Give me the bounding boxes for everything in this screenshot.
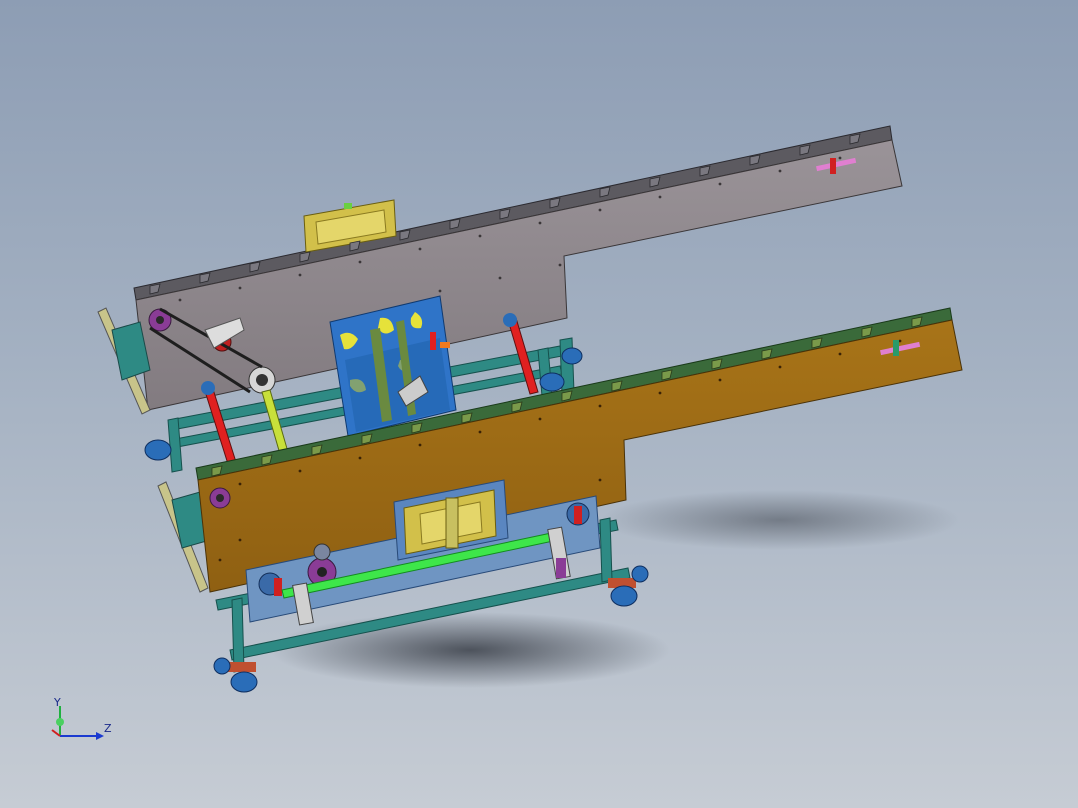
z-axis-label: Z: [104, 722, 112, 735]
axis-triad: Y Z: [51, 696, 112, 740]
caster-front-right: [608, 578, 638, 607]
caster-back-left: [144, 439, 172, 461]
x-axis-icon: [51, 729, 61, 737]
caster-front-left: [228, 662, 258, 693]
cad-viewport[interactable]: [0, 0, 1078, 808]
y-axis-label: Y: [53, 696, 61, 709]
